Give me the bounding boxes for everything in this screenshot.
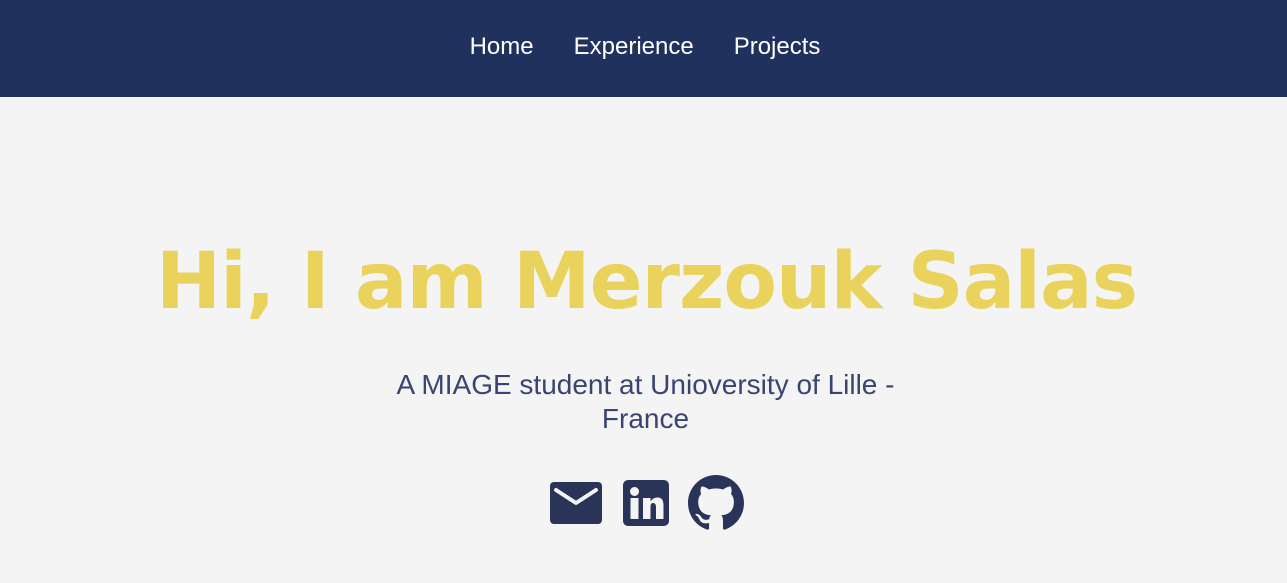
- nav-link-projects[interactable]: Projects: [734, 33, 821, 61]
- email-link[interactable]: [550, 482, 602, 524]
- social-links: [550, 475, 744, 531]
- nav-link-experience[interactable]: Experience: [574, 33, 694, 61]
- top-navbar: Home Experience Projects: [0, 0, 1287, 97]
- mail-icon: [550, 482, 602, 524]
- github-icon: [688, 475, 744, 530]
- hero-subtitle: A MIAGE student at Unioversity of Lille …: [396, 369, 895, 434]
- github-link[interactable]: [688, 475, 744, 531]
- nav-link-home[interactable]: Home: [470, 33, 534, 61]
- hero-title: Hi, I am Merzouk Salas: [155, 237, 1138, 327]
- linkedin-icon: [623, 480, 669, 526]
- linkedin-link[interactable]: [623, 480, 669, 526]
